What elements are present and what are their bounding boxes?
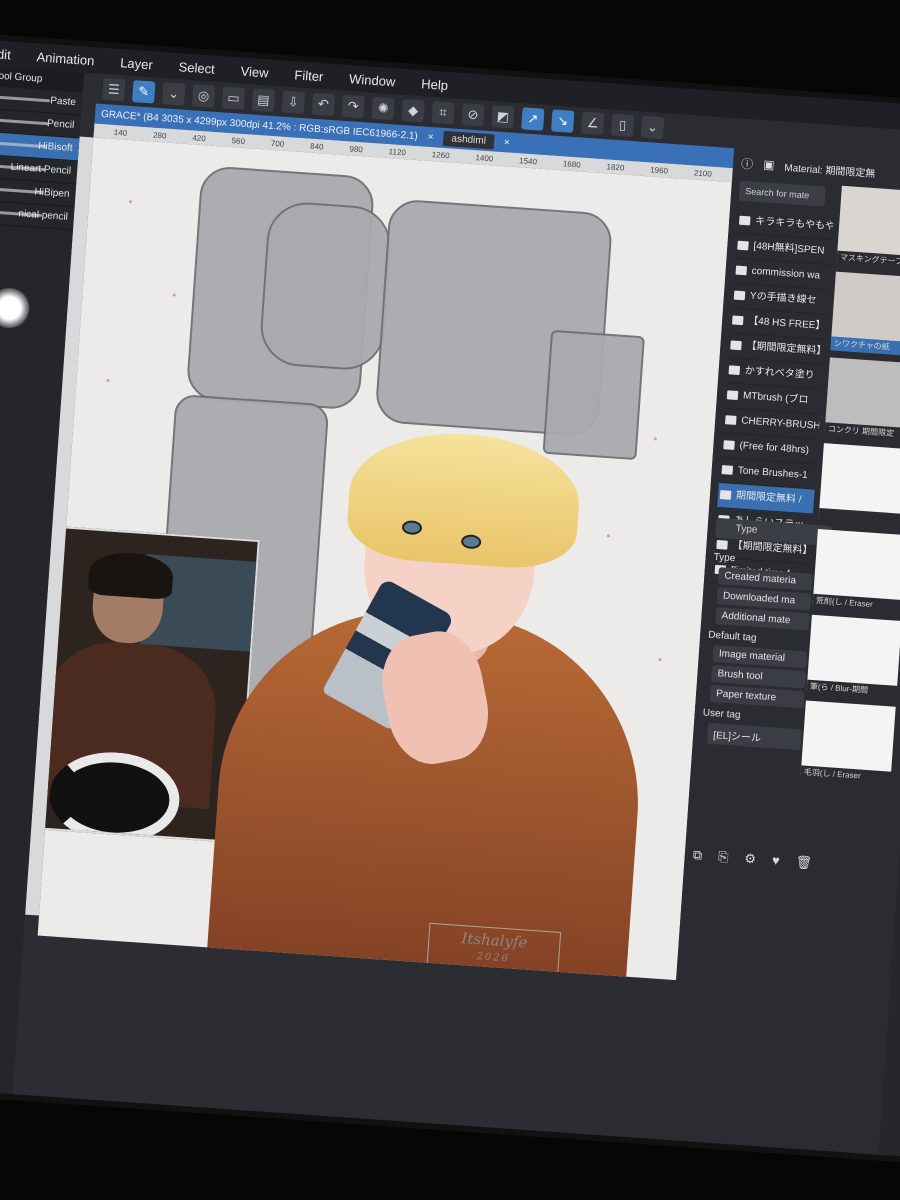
ruler-tick: 700 — [270, 138, 285, 149]
open-folder-icon[interactable]: ▤ — [251, 88, 276, 112]
ruler-tool-icon[interactable]: ↘ — [550, 109, 575, 133]
thumbnail-caption: シワクチャの紙 — [830, 336, 900, 357]
ruler-tick: 1540 — [518, 155, 538, 166]
clear-icon[interactable]: ⊘ — [461, 103, 485, 127]
material-thumbnail[interactable]: 荒削(し / Eraser — [812, 528, 900, 615]
ruler-tick: 1820 — [606, 161, 625, 173]
material-thumbnail[interactable]: マスキングテープ — [836, 185, 900, 272]
transform-icon[interactable]: ⌗ — [431, 101, 455, 125]
brush-name: HiBipen — [34, 186, 70, 200]
ruler-tick: 980 — [349, 143, 364, 154]
brush-name: nical pencil — [18, 208, 69, 223]
angle-tool-icon[interactable]: ∠ — [580, 111, 605, 135]
ruler-tick: 420 — [192, 132, 207, 143]
new-file-icon[interactable]: ▭ — [221, 86, 246, 110]
ruler-tick: 1960 — [649, 164, 669, 176]
signature-name: Itshalyfe — [460, 929, 528, 952]
device-icon[interactable]: ▯ — [610, 113, 635, 138]
thumbnail-caption — [818, 507, 900, 529]
trash-icon[interactable]: 🗑 — [795, 854, 813, 871]
menu-help[interactable]: Help — [421, 76, 449, 93]
signature-year: 2026 — [476, 951, 511, 965]
fill-icon[interactable]: ◆ — [401, 98, 425, 123]
material-thumbnail-selected[interactable]: シワクチャの紙 — [830, 271, 900, 357]
ruler-tick: 1400 — [475, 152, 494, 163]
sketch-folder — [542, 329, 645, 461]
sketch-backpack — [258, 199, 394, 373]
redo-icon[interactable]: ↷ — [341, 94, 365, 119]
paper-texture-dot — [653, 437, 657, 441]
brush-name: Lineart Pencil — [10, 161, 72, 177]
menu-window[interactable]: Window — [349, 71, 396, 89]
tag-item[interactable]: Additional mate — [715, 607, 810, 631]
brush-stroke-preview — [0, 118, 49, 126]
material-thumbnail[interactable]: 毛羽(し / Eraser — [800, 700, 896, 786]
close-icon[interactable]: × — [503, 137, 510, 148]
material-search-input[interactable]: Search for mate — [738, 180, 826, 207]
ruler-tick: 1260 — [431, 149, 450, 160]
menu-filter[interactable]: Filter — [294, 67, 324, 84]
brush-name: Pencil — [46, 118, 75, 132]
document-tab-2[interactable]: ashdiml — [443, 130, 495, 149]
ruler-tick: 1680 — [562, 158, 581, 169]
pen-pressure-icon[interactable]: ✎ — [132, 80, 156, 104]
menu-view[interactable]: View — [240, 63, 269, 80]
info-icon[interactable]: ⓘ — [741, 154, 754, 172]
menu-select[interactable]: Select — [178, 59, 215, 76]
thumbnail-caption: 毛羽(し / Eraser — [800, 765, 895, 786]
tag-item[interactable]: Paper texture — [709, 684, 805, 709]
ruler-tick: 140 — [113, 127, 128, 138]
undo-icon[interactable]: ↶ — [311, 92, 336, 117]
ruler-tick: 1120 — [388, 146, 407, 157]
material-thumbnail[interactable] — [818, 443, 900, 529]
material-thumbnail[interactable]: 筆(ら / Blur-期間 — [806, 614, 900, 701]
app-logo-icon[interactable]: ◎ — [191, 84, 216, 108]
ruler-tick: 840 — [309, 141, 324, 152]
artist-signature: Itshalyfe 2026 — [425, 922, 562, 981]
close-icon[interactable]: × — [427, 131, 434, 142]
paste-icon[interactable]: ⎘ — [718, 849, 729, 866]
paper-texture-dot — [658, 658, 662, 662]
paper-texture-dot — [172, 293, 176, 297]
ruler-tick: 280 — [152, 130, 167, 141]
thumbnail-caption: コンクリ 期間限定 — [824, 422, 900, 443]
fill-selection-icon[interactable]: ◩ — [491, 105, 515, 129]
thumbnail-caption: マスキングテープ — [836, 250, 900, 272]
thumbnail-caption: 荒削(し / Eraser — [812, 593, 900, 615]
brush-stroke-preview — [0, 95, 51, 103]
brush-name: HiBisoft — [37, 140, 74, 155]
material-panel-footer: ⧉ ⎘ ⚙ ♥ 🗑 — [692, 847, 812, 871]
material-icon[interactable]: ▣ — [763, 157, 775, 172]
paper-texture-dot — [128, 200, 133, 204]
menu-edit[interactable]: dit — [0, 46, 11, 62]
app-screen: dit Animation Layer Select View Filter W… — [0, 40, 900, 1158]
drawing-canvas[interactable]: Itshalyfe 2026 — [37, 137, 732, 981]
paper-texture-dot — [106, 378, 110, 383]
loading-icon[interactable]: ✺ — [371, 96, 395, 121]
menu-animation[interactable]: Animation — [36, 49, 95, 68]
hamburger-icon[interactable]: ☰ — [102, 78, 126, 102]
material-title: Material: 期間限定無 — [784, 162, 876, 180]
ruler-tick: 560 — [231, 135, 246, 146]
chevron-down-icon[interactable]: ⌄ — [161, 82, 186, 106]
thumbnail-caption: 筆(ら / Blur-期間 — [806, 679, 900, 701]
favorite-heart-icon[interactable]: ♥ — [771, 853, 781, 869]
collapse-chevron-icon[interactable]: ⌄ — [640, 115, 665, 140]
tag-item[interactable]: [EL]シール — [706, 722, 802, 751]
ruler-tick: 2100 — [693, 167, 713, 179]
vector-tool-icon[interactable]: ↗ — [521, 107, 545, 131]
save-icon[interactable]: ⇩ — [281, 90, 306, 115]
settings-gear-icon[interactable]: ⚙ — [744, 851, 757, 868]
paper-texture-dot — [606, 534, 611, 538]
material-tag-list: Type Created materia Downloaded ma Addit… — [700, 546, 814, 753]
copy-icon[interactable]: ⧉ — [692, 847, 702, 864]
material-thumbnail[interactable]: コンクリ 期間限定 — [824, 357, 900, 443]
brush-name: Paste — [49, 95, 77, 109]
menu-layer[interactable]: Layer — [120, 55, 153, 72]
